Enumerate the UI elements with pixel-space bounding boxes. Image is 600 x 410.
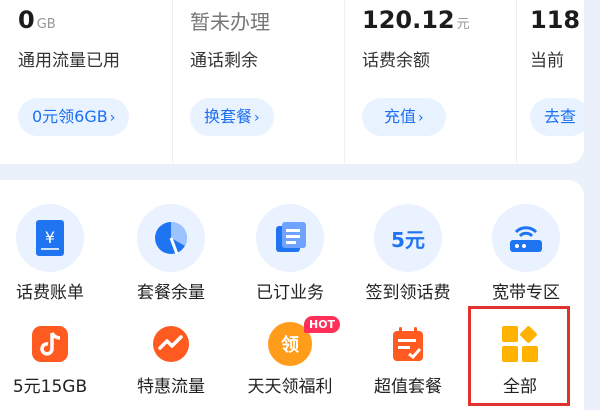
service-label: 超值套餐 (374, 377, 442, 397)
change-plan-button[interactable]: 换套餐 › (190, 98, 274, 136)
service-5yuan-15gb[interactable]: 5元15GB (0, 322, 110, 397)
account-stats-card: 0 GB 通用流量已用 0元领6GB › 暂未办理 通话剩余 换套餐 › 120.12… (0, 0, 584, 164)
highlight-annotation-box (468, 306, 570, 406)
stat-value: 120.12 元 (362, 6, 470, 34)
stat-data-usage[interactable]: 0 GB 通用流量已用 0元领6GB › (0, 0, 173, 164)
checkin-5yuan-icon: 5元 (374, 204, 442, 272)
free-data-button[interactable]: 0元领6GB › (18, 98, 130, 136)
free-data-button-label: 0元领6GB (32, 107, 108, 126)
stat-call-minutes[interactable]: 暂未办理 通话剩余 换套餐 › (172, 0, 345, 164)
data-used-unit: GB (36, 17, 56, 32)
service-daily-reward[interactable]: 领 HOT 天天领福利 (230, 316, 350, 397)
router-icon (492, 204, 560, 272)
data-used-label: 通用流量已用 (18, 51, 120, 71)
service-discount-data[interactable]: 特惠流量 (111, 322, 231, 397)
service-label: 天天领福利 (247, 377, 333, 397)
call-remaining-label: 通话剩余 (190, 51, 258, 71)
stat-balance[interactable]: 120.12 元 话费余额 充值 › (344, 0, 517, 164)
stat-current[interactable]: 118 当前 去查 (516, 0, 584, 164)
service-plan-balance[interactable]: 套餐余量 (111, 204, 231, 303)
bill-icon: ¥ (16, 204, 84, 272)
service-bill[interactable]: ¥ 话费账单 (0, 204, 110, 303)
chevron-right-icon: › (109, 110, 116, 126)
recharge-button-label: 充值 (384, 107, 417, 126)
balance-value: 120.12 (362, 6, 455, 34)
daily-reward-icon: 领 HOT (268, 316, 341, 366)
chevron-right-icon: › (254, 110, 260, 126)
hot-badge: HOT (304, 316, 341, 333)
chevron-right-icon: › (418, 110, 424, 126)
calendar-check-icon (386, 322, 430, 366)
subscriptions-icon (256, 204, 324, 272)
data-used-value: 0 (18, 6, 35, 34)
music-note-icon (28, 322, 72, 366)
stat-value: 0 GB (18, 6, 56, 34)
service-label: 特惠流量 (137, 377, 205, 397)
trend-icon (149, 322, 193, 366)
service-broadband[interactable]: 宽带专区 (466, 204, 586, 303)
service-label: 已订业务 (256, 283, 324, 303)
call-remaining-value: 暂未办理 (190, 10, 270, 34)
balance-label: 话费余额 (362, 51, 430, 71)
service-label: 话费账单 (16, 283, 84, 303)
checkin-icon-text: 5元 (391, 227, 425, 252)
recharge-button[interactable]: 充值 › (362, 98, 446, 136)
balance-unit: 元 (456, 17, 470, 32)
check-button[interactable]: 去查 (530, 98, 584, 136)
reward-icon-text: 领 (281, 335, 299, 356)
change-plan-button-label: 换套餐 (204, 107, 253, 126)
svg-text:¥: ¥ (45, 228, 55, 247)
service-label: 5元15GB (12, 377, 88, 397)
service-value-plan[interactable]: 超值套餐 (348, 322, 468, 397)
service-label: 宽带专区 (492, 283, 560, 303)
service-subscriptions[interactable]: 已订业务 (230, 204, 350, 303)
pie-chart-icon (137, 204, 205, 272)
service-label: 套餐余量 (137, 283, 205, 303)
current-label: 当前 (530, 51, 564, 71)
stat-value: 118 (530, 6, 580, 34)
check-button-label: 去查 (544, 107, 577, 126)
service-label: 签到领话费 (365, 283, 451, 303)
current-value: 118 (530, 6, 581, 34)
service-checkin[interactable]: 5元 签到领话费 (348, 204, 468, 303)
stat-value: 暂未办理 (190, 6, 270, 35)
